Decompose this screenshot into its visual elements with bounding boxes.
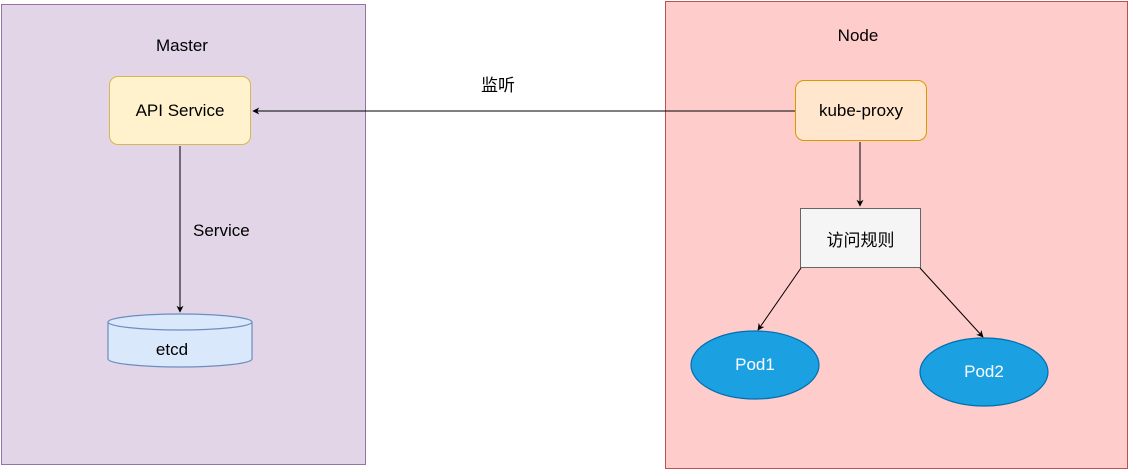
- pod1-node[interactable]: Pod1: [690, 330, 820, 400]
- pod2-label: Pod2: [964, 362, 1004, 381]
- diagram-canvas: etcd Pod1 Pod2: [107, 107, 1049, 407]
- rules-to-pod2-arrow: [919, 267, 984, 338]
- etcd-label: etcd: [156, 340, 188, 359]
- rules-to-pod1-arrow: [757, 267, 802, 331]
- pod2-node[interactable]: Pod2: [919, 337, 1049, 407]
- etcd-database[interactable]: etcd: [107, 313, 253, 368]
- pod1-label: Pod1: [735, 355, 775, 374]
